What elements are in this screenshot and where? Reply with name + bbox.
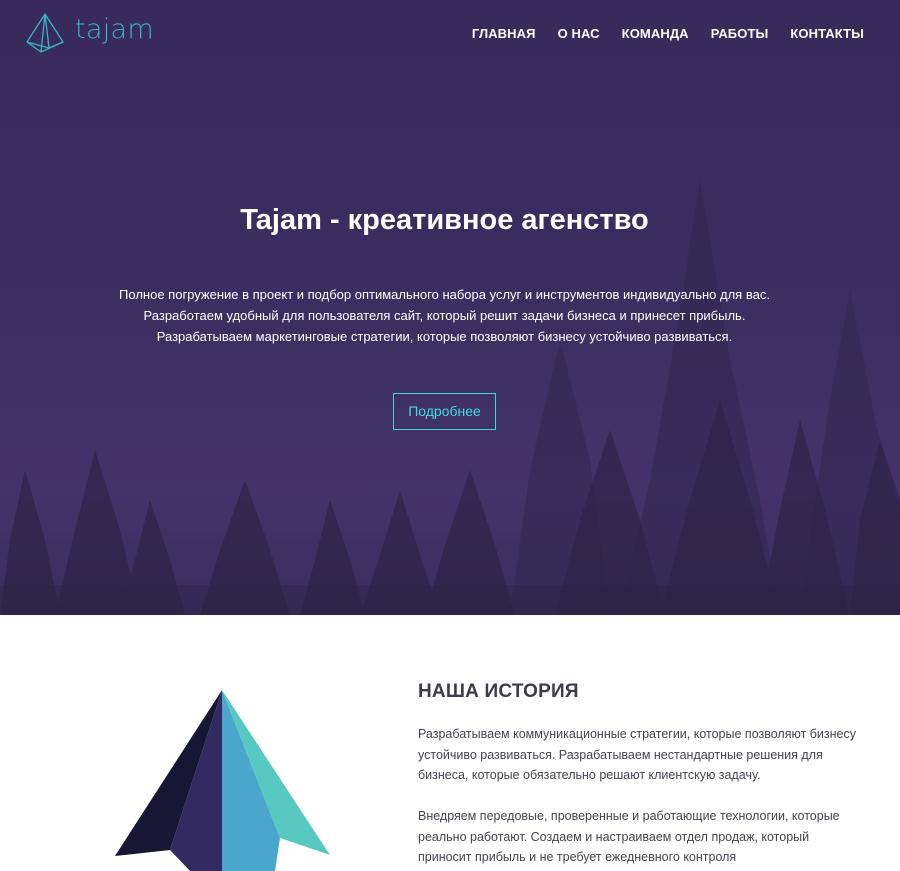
hero-title: Tajam - креативное агенство: [240, 204, 649, 236]
hero-line: Полное погружение в проект и подбор опти…: [119, 287, 770, 302]
brand-logo[interactable]: tajam: [25, 12, 154, 54]
pyramid-logo-icon: [26, 13, 64, 53]
nav-item-contacts[interactable]: КОНТАКТЫ: [790, 26, 864, 42]
more-button[interactable]: Подробнее: [393, 393, 496, 430]
hero-section: tajam ГЛАВНАЯ О НАС КОМАНДА РАБОТЫ КОНТА…: [0, 0, 900, 615]
nav-item-team[interactable]: КОМАНДА: [622, 26, 689, 42]
hero-line: Разработаем удобный для пользователя сай…: [143, 308, 746, 323]
brand-name: tajam: [75, 14, 154, 45]
history-line: бизнеса, которые обязательно решают клие…: [418, 768, 761, 782]
main-nav: ГЛАВНАЯ О НАС КОМАНДА РАБОТЫ КОНТАКТЫ: [472, 26, 864, 42]
history-paragraph: Внедряем передовые, проверенные и работа…: [418, 806, 878, 868]
history-line: реально работают. Создаем и настраиваем …: [418, 829, 810, 844]
nav-item-home[interactable]: ГЛАВНАЯ: [472, 26, 536, 42]
history-line: приносит прибыль и не требует ежедневног…: [418, 850, 737, 864]
hero-line: Разрабатываем маркетинговые стратегии, к…: [156, 329, 733, 344]
history-line: устойчиво развиваться. Разрабатываем нес…: [418, 747, 823, 762]
hero-description: Полное погружение в проект и подбор опти…: [0, 284, 889, 347]
history-paragraph: Разрабатываем коммуникационные стратегии…: [418, 724, 878, 786]
nav-item-about[interactable]: О НАС: [558, 26, 600, 42]
nav-item-works[interactable]: РАБОТЫ: [711, 26, 769, 42]
history-line: Разрабатываем коммуникационные стратегии…: [418, 727, 857, 741]
pyramid-illustration: [115, 690, 330, 871]
history-heading: НАША ИСТОРИЯ: [418, 681, 579, 702]
history-line: Внедряем передовые, проверенные и работа…: [418, 809, 840, 823]
